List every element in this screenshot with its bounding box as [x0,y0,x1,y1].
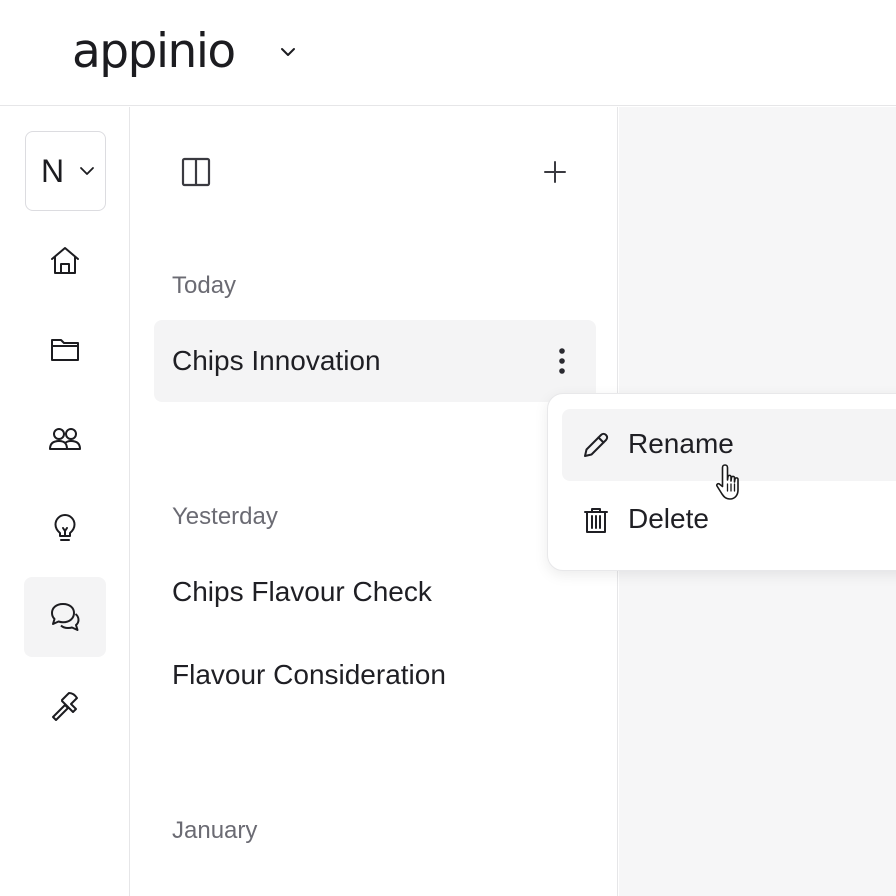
nav-audience[interactable] [24,399,106,479]
top-header: appinio [0,0,896,106]
chevron-down-icon [80,167,94,175]
trash-icon [584,508,608,533]
nav-projects[interactable] [24,310,106,390]
users-icon [49,428,81,450]
nav-tools[interactable] [24,666,106,746]
workspace-switcher[interactable]: N [25,131,106,211]
workspace-initial: N [41,153,65,189]
more-options-icon[interactable] [548,342,576,380]
section-label-january: January [172,817,258,844]
section-label-yesterday: Yesterday [172,503,278,530]
home-icon [51,247,79,274]
new-chat-plus-icon[interactable] [538,155,572,189]
nav-chats[interactable] [24,577,106,657]
chat-item[interactable]: Chips Flavour Check [154,551,596,633]
delete-label: Delete [628,503,709,534]
sidebar-toggle-icon[interactable] [179,155,213,189]
nav-insights[interactable] [24,488,106,568]
chat-icon [51,603,80,631]
rename-label: Rename [628,428,734,459]
chevron-down-icon[interactable] [278,44,298,60]
nav-home[interactable] [24,221,106,301]
hammer-icon [52,692,78,721]
icon-sidebar: N [0,107,130,896]
chat-title: Chips Innovation [172,345,381,376]
lightbulb-icon [54,514,76,541]
chat-list-panel: Today Chips Innovation Yesterday Chips F… [131,107,618,896]
appinio-logo[interactable]: appinio [72,22,236,82]
chat-title: Flavour Consideration [172,659,446,690]
chat-title: Chips Flavour Check [172,576,432,607]
pencil-icon [584,432,609,457]
hand-pointer-cursor-icon [716,464,739,500]
chat-item[interactable]: Flavour Consideration [154,634,596,716]
chat-item[interactable]: Chips Innovation [154,320,596,402]
section-label-today: Today [172,272,237,299]
folder-icon [51,339,79,361]
